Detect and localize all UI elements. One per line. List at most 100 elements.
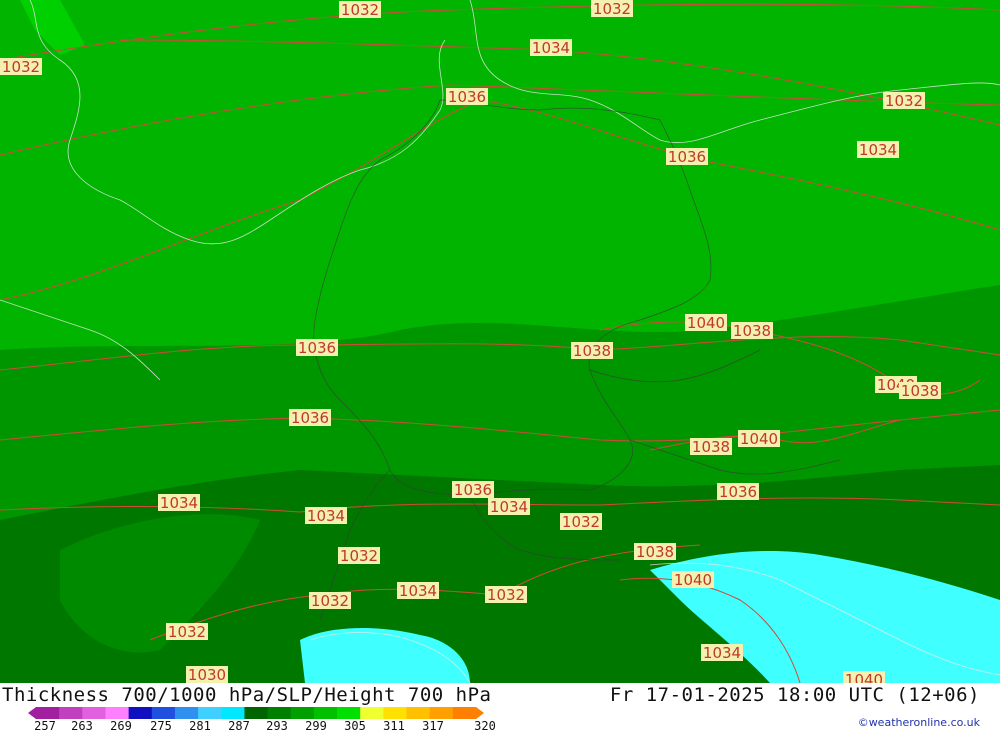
- svg-text:1040: 1040: [740, 430, 778, 448]
- svg-text:1034: 1034: [160, 494, 198, 512]
- isobar-label: 1036: [452, 481, 494, 499]
- isobar-label: 1034: [701, 644, 743, 662]
- isobar-label: 1034: [530, 39, 572, 57]
- isobar-label: 1038: [899, 382, 941, 400]
- legend-swatch: [452, 707, 477, 719]
- svg-text:1032: 1032: [487, 586, 525, 604]
- legend-swatch: [313, 707, 338, 719]
- legend-swatch: [406, 707, 431, 719]
- isobar-label: 1040: [843, 671, 885, 689]
- legend-swatch: [59, 707, 83, 719]
- legend-tick-label: 269: [110, 719, 132, 733]
- isobar-label: 1032: [591, 0, 633, 18]
- isobar-label: 1038: [634, 543, 676, 561]
- svg-text:1038: 1038: [733, 322, 771, 340]
- svg-text:1034: 1034: [859, 141, 897, 159]
- isobar-label: 1034: [158, 494, 200, 512]
- svg-text:1032: 1032: [311, 592, 349, 610]
- legend-tick-label: 299: [305, 719, 327, 733]
- isobar-label: 1040: [672, 571, 714, 589]
- isobar-label: 1040: [685, 314, 727, 332]
- svg-text:1032: 1032: [885, 92, 923, 110]
- svg-text:1036: 1036: [719, 483, 757, 501]
- isobar-label: 1036: [296, 339, 338, 357]
- svg-text:1032: 1032: [593, 0, 631, 18]
- svg-text:1032: 1032: [2, 58, 40, 76]
- isobar-label: 1038: [690, 438, 732, 456]
- isobar-label: 1038: [571, 342, 613, 360]
- legend-tick-label: 305: [344, 719, 366, 733]
- isobar-label: 1038: [731, 322, 773, 340]
- credit-link[interactable]: ©weatheronline.co.uk: [858, 716, 980, 729]
- legend-swatch: [174, 707, 199, 719]
- legend-swatch: [383, 707, 408, 719]
- legend-tick-label: 281: [189, 719, 211, 733]
- legend-swatch: [36, 707, 60, 719]
- legend-tick-label: 293: [266, 719, 288, 733]
- legend-swatch: [105, 707, 130, 719]
- isobar-label: 1030: [186, 666, 228, 684]
- legend-arrow-left: [28, 707, 36, 719]
- map-area: 1032 1032 1034 1032 1036 1032 1036 1034 1040 1038…: [0, 0, 1000, 689]
- svg-text:1032: 1032: [168, 623, 206, 641]
- isobar-label: 1036: [717, 483, 759, 501]
- svg-text:1034: 1034: [703, 644, 741, 662]
- map-title: Thickness 700/1000 hPa/SLP/Height 700 hP…: [2, 684, 492, 706]
- isobar-label: 1040: [738, 430, 780, 448]
- legend-tick-label: 320: [474, 719, 496, 733]
- legend-tick-label: 263: [71, 719, 93, 733]
- svg-text:1034: 1034: [307, 507, 345, 525]
- legend-swatch: [198, 707, 222, 719]
- legend-swatch: [429, 707, 454, 719]
- svg-text:1038: 1038: [692, 438, 730, 456]
- isobar-label: 1036: [446, 88, 488, 106]
- svg-text:1036: 1036: [291, 409, 329, 427]
- footer-bar: Thickness 700/1000 hPa/SLP/Height 700 hP…: [0, 683, 1000, 733]
- legend-tick-label: 311: [383, 719, 405, 733]
- svg-text:1032: 1032: [340, 547, 378, 565]
- svg-text:1036: 1036: [298, 339, 336, 357]
- isobar-label: 1032: [560, 513, 602, 531]
- isobar-label: 1032: [883, 92, 925, 110]
- isobar-label: 1034: [305, 507, 347, 525]
- legend-arrow-right: [476, 707, 484, 719]
- legend-swatch: [337, 707, 361, 719]
- isobar-label: 1032: [485, 586, 527, 604]
- legend-tick-label: 287: [228, 719, 250, 733]
- svg-text:1036: 1036: [454, 481, 492, 499]
- svg-text:1036: 1036: [668, 148, 706, 166]
- valid-time: Fr 17-01-2025 18:00 UTC (12+06): [609, 684, 980, 706]
- svg-text:1040: 1040: [674, 571, 712, 589]
- svg-text:1034: 1034: [490, 498, 528, 516]
- legend-tick-label: 257: [34, 719, 56, 733]
- isobar-label: 1032: [309, 592, 351, 610]
- legend-swatch: [82, 707, 106, 719]
- legend-swatch: [267, 707, 292, 719]
- svg-text:1034: 1034: [532, 39, 570, 57]
- svg-text:1030: 1030: [188, 666, 226, 683]
- isobar-label: 1034: [857, 141, 899, 159]
- svg-text:1032: 1032: [341, 1, 379, 19]
- legend-swatch: [128, 707, 153, 719]
- svg-text:1038: 1038: [636, 543, 674, 561]
- svg-text:1038: 1038: [901, 382, 939, 400]
- legend-swatch: [244, 707, 269, 719]
- svg-text:1038: 1038: [573, 342, 611, 360]
- svg-text:1032: 1032: [562, 513, 600, 531]
- svg-text:1040: 1040: [687, 314, 725, 332]
- isobar-label: 1034: [397, 582, 439, 600]
- color-legend-bar: [28, 707, 484, 719]
- svg-text:1040: 1040: [845, 671, 883, 683]
- legend-tick-label: 275: [150, 719, 172, 733]
- legend-swatch: [221, 707, 245, 719]
- legend-swatch: [360, 707, 384, 719]
- legend-swatch: [290, 707, 315, 719]
- isobar-label: 1032: [338, 547, 380, 565]
- isobar-label: 1034: [488, 498, 530, 516]
- isobar-label: 1032: [339, 1, 381, 19]
- svg-text:1034: 1034: [399, 582, 437, 600]
- isobar-label: 1032: [166, 623, 208, 641]
- svg-text:1036: 1036: [448, 88, 486, 106]
- thickness-map: 1032 1032103410321036 10321036 10341040 1038…: [0, 0, 1000, 689]
- isobar-label: 1032: [0, 58, 42, 76]
